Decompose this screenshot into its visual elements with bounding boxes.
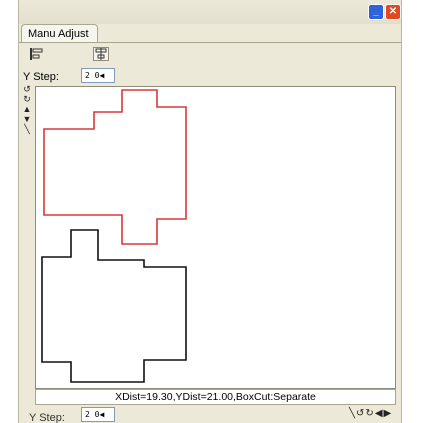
toolbar xyxy=(19,44,401,64)
close-icon[interactable]: ✕ xyxy=(385,4,401,20)
arrow-up-icon[interactable]: ▲ xyxy=(21,104,33,114)
bottom-bar: Y Step: 2 0◀ ╲↺↻◀▶ xyxy=(19,406,401,423)
arrow-right-icon[interactable]: ▶ xyxy=(384,408,393,419)
selected-box-outline[interactable] xyxy=(43,89,187,245)
arrow-left-icon[interactable]: ◀ xyxy=(375,408,384,419)
bottom-toolbar: ╲↺↻◀▶ xyxy=(349,408,401,422)
rotate-cw-icon[interactable]: ↻ xyxy=(365,408,374,419)
title-bar: _ ✕ xyxy=(19,0,401,24)
manu-adjust-window: _ ✕ Manu Adjust Y Step: 2 0◀ ↺ ↻ ▲ ▼ ╲ X… xyxy=(18,0,402,423)
status-bar: XDist=19.30,YDist=21.00,BoxCut:Separate xyxy=(35,389,396,405)
rotate-ccw-icon[interactable]: ↺ xyxy=(21,84,33,94)
y-step-label: Y Step: xyxy=(23,71,59,83)
arrow-down-icon[interactable]: ▼ xyxy=(21,114,33,124)
line-tool-icon[interactable]: ╲ xyxy=(21,124,33,134)
rotate-ccw-icon[interactable]: ↺ xyxy=(356,408,365,419)
box-outline[interactable] xyxy=(41,229,187,383)
bottom-y-step-input[interactable]: 2 0◀ xyxy=(81,407,115,422)
tab-divider xyxy=(19,42,401,43)
side-toolbar: ↺ ↻ ▲ ▼ ╲ xyxy=(21,84,33,154)
line-tool-icon[interactable]: ╲ xyxy=(349,408,356,419)
align-left-icon[interactable] xyxy=(29,47,45,61)
layout-canvas[interactable] xyxy=(35,86,396,389)
align-center-icon[interactable] xyxy=(93,47,109,61)
bottom-y-step-label: Y Step: xyxy=(29,412,65,423)
rotate-cw-icon[interactable]: ↻ xyxy=(21,94,33,104)
tab-label: Manu Adjust xyxy=(28,28,89,40)
tab-manu-adjust[interactable]: Manu Adjust xyxy=(21,24,98,43)
minimize-icon[interactable]: _ xyxy=(368,4,384,20)
y-step-input[interactable]: 2 0◀ xyxy=(81,68,115,83)
